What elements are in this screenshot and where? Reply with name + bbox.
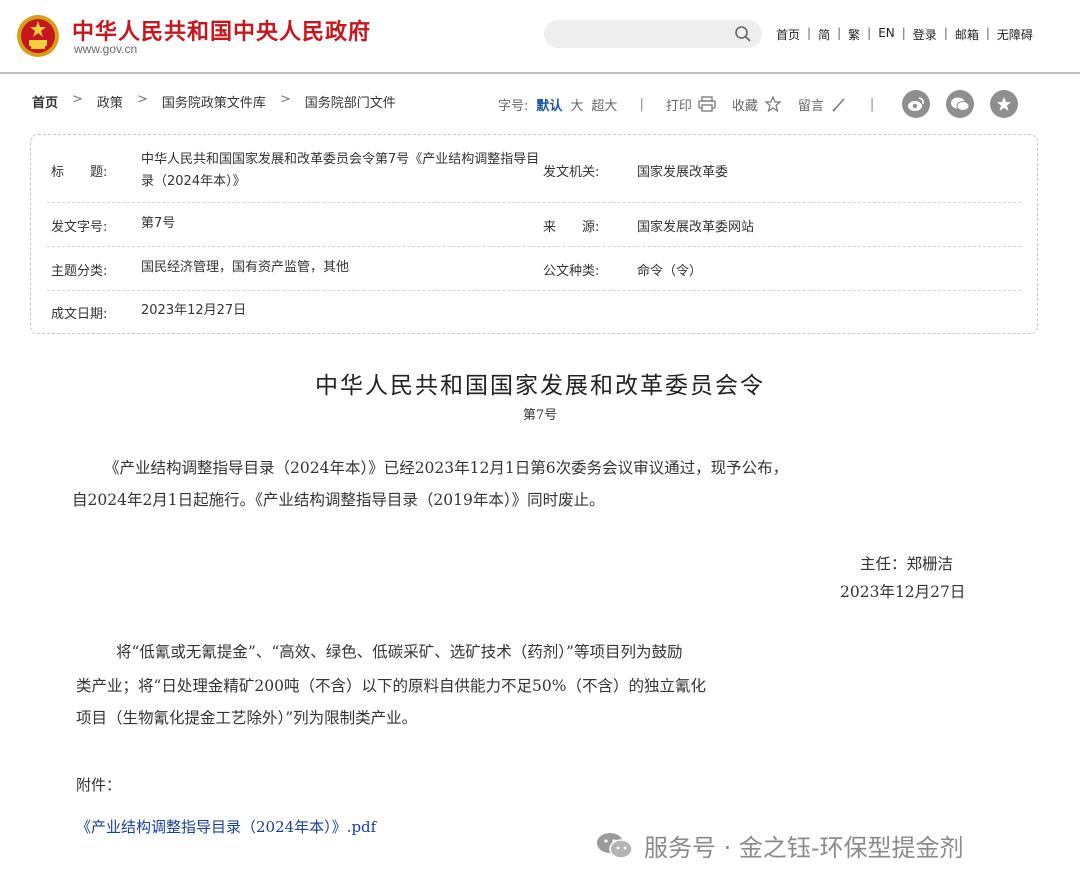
attachment-link[interactable]: 《产业结构调整指导目录（2024年本）》.pdf [76, 816, 376, 837]
nav-separator: | [901, 26, 906, 40]
meta-doctype-value: 命令（令） [637, 264, 703, 279]
site-header: 中华人民共和国中央人民政府 www.gov.cn 首页 | 简 | 繁 | EN… [0, 0, 1080, 74]
nav-separator: | [837, 26, 842, 40]
meta-row-topic: 主题分类: 国民经济管理，国有资产监管，其他 公文种类: 命令（令） [47, 247, 1021, 291]
nav-english[interactable]: EN [878, 26, 895, 43]
watermark-text: 服务号 · 金之钰-环保型提金剂 [644, 834, 964, 862]
tools-separator: | [869, 96, 875, 112]
meta-issuer-value: 国家发展改革委 [637, 165, 729, 180]
nav-separator: | [985, 26, 990, 40]
share-buttons [902, 90, 1019, 118]
site-domain: www.gov.cn [74, 42, 138, 56]
breadcrumb-arrow-icon: > [279, 92, 291, 107]
breadcrumb-policy-library[interactable]: 国务院政策文件库 [162, 92, 266, 111]
meta-docno-label: 发文字号: [51, 220, 108, 235]
document-number: 第7号 [522, 408, 558, 423]
paragraph-2-line-3: 项目（生物氰化提金工艺除外）”列为限制类产业。 [76, 709, 418, 727]
paragraph-1-line-2: 自2024年2月1日起施行。《产业结构调整指导目录（2019年本）》同时废止。 [72, 491, 605, 509]
wechat-icon [951, 97, 970, 111]
star-icon [997, 97, 1012, 111]
font-size-xlarge[interactable]: 超大 [591, 95, 617, 114]
document-meta-box: 标 题: 中华人民共和国国家发展和改革委员会令第7号《产业结构调整指导目录（20… [30, 134, 1038, 334]
attachment-label: 附件： [76, 776, 122, 794]
page-tools: 字号: 默认 大 超大 | 打印 收藏 留言 | [498, 90, 1019, 118]
comment-button[interactable]: 留言 [798, 95, 824, 114]
meta-title-value: 中华人民共和国国家发展和改革委员会令第7号《产业结构调整指导目录（2024年本）… [141, 152, 540, 189]
nav-home[interactable]: 首页 [776, 26, 800, 43]
wechat-icon [597, 832, 633, 859]
font-size-label: 字号: [498, 98, 529, 114]
search-icon[interactable] [734, 25, 752, 43]
weibo-icon [908, 97, 925, 111]
font-size-large[interactable]: 大 [570, 95, 583, 114]
nav-separator: | [807, 26, 812, 40]
star-outline-icon[interactable] [764, 96, 782, 112]
tools-separator: | [639, 96, 644, 112]
weibo-share-button[interactable] [902, 90, 931, 118]
meta-date-value: 2023年12月27日 [141, 303, 247, 318]
meta-title-label: 标 题: [51, 165, 108, 180]
pencil-icon[interactable] [830, 96, 848, 112]
meta-row-docno: 发文字号: 第7号 来 源: 国家发展改革委网站 [47, 203, 1021, 247]
breadcrumb-arrow-icon: > [136, 92, 148, 107]
breadcrumb: 首页 > 政策 > 国务院政策文件库 > 国务院部门文件 [32, 92, 396, 111]
national-emblem-icon[interactable] [16, 14, 60, 58]
font-size-default[interactable]: 默认 [536, 95, 562, 114]
nav-simplified[interactable]: 简 [818, 26, 830, 43]
printer-icon[interactable] [698, 96, 716, 112]
favorite-share-button[interactable] [990, 90, 1019, 118]
print-button[interactable]: 打印 [666, 95, 692, 114]
breadcrumb-policy[interactable]: 政策 [97, 92, 123, 111]
search-box [544, 20, 762, 48]
meta-doctype-label: 公文种类: [543, 264, 600, 279]
paragraph-2-line-1: 将“低氰或无氰提金”、“高效、绿色、低碳采矿、选矿技术（药剂）”等项目列为鼓励 [116, 643, 683, 661]
nav-traditional[interactable]: 繁 [848, 26, 860, 43]
meta-date-label: 成文日期: [51, 307, 108, 322]
meta-row-date: 成文日期: 2023年12月27日 [47, 291, 1021, 331]
nav-separator: | [867, 26, 872, 40]
paragraph-1-line-1: 《产业结构调整指导目录（2024年本）》已经2023年12月1日第6次委务会议审… [104, 459, 789, 477]
search-input[interactable] [544, 20, 724, 48]
nav-login[interactable]: 登录 [913, 26, 937, 43]
meta-topic-label: 主题分类: [51, 264, 108, 279]
breadcrumb-department-docs[interactable]: 国务院部门文件 [305, 92, 396, 111]
meta-docno-value: 第7号 [141, 216, 176, 231]
meta-source-value: 国家发展改革委网站 [637, 220, 755, 235]
meta-topic-value: 国民经济管理，国有资产监管，其他 [141, 260, 350, 275]
wechat-share-button[interactable] [946, 90, 975, 118]
nav-accessibility[interactable]: 无障碍 [997, 26, 1033, 43]
favorite-button[interactable]: 收藏 [732, 95, 758, 114]
breadcrumb-arrow-icon: > [72, 92, 83, 107]
nav-separator: | [943, 26, 948, 40]
sign-date: 2023年12月27日 [840, 583, 966, 601]
signer: 主任：郑栅洁 [860, 555, 954, 573]
nav-mail[interactable]: 邮箱 [955, 26, 979, 43]
breadcrumb-home[interactable]: 首页 [32, 92, 58, 111]
meta-source-label: 来 源: [543, 220, 600, 235]
watermark: 服务号 · 金之钰-环保型提金剂 [596, 828, 964, 863]
meta-row-title: 标 题: 中华人民共和国国家发展和改革委员会令第7号《产业结构调整指导目录（20… [47, 145, 1021, 203]
document-title: 中华人民共和国国家发展和改革委员会令 [315, 373, 765, 399]
paragraph-2-line-2: 类产业；将“日处理金精矿200吨（不含）以下的原料自供能力不足50%（不含）的独… [76, 677, 706, 695]
breadcrumb-bar: 首页 > 政策 > 国务院政策文件库 > 国务院部门文件 字号: 默认 大 超大… [0, 84, 1080, 118]
top-nav: 首页 | 简 | 繁 | EN | 登录 | 邮箱 | 无障碍 [776, 26, 1033, 43]
meta-issuer-label: 发文机关: [543, 165, 600, 180]
